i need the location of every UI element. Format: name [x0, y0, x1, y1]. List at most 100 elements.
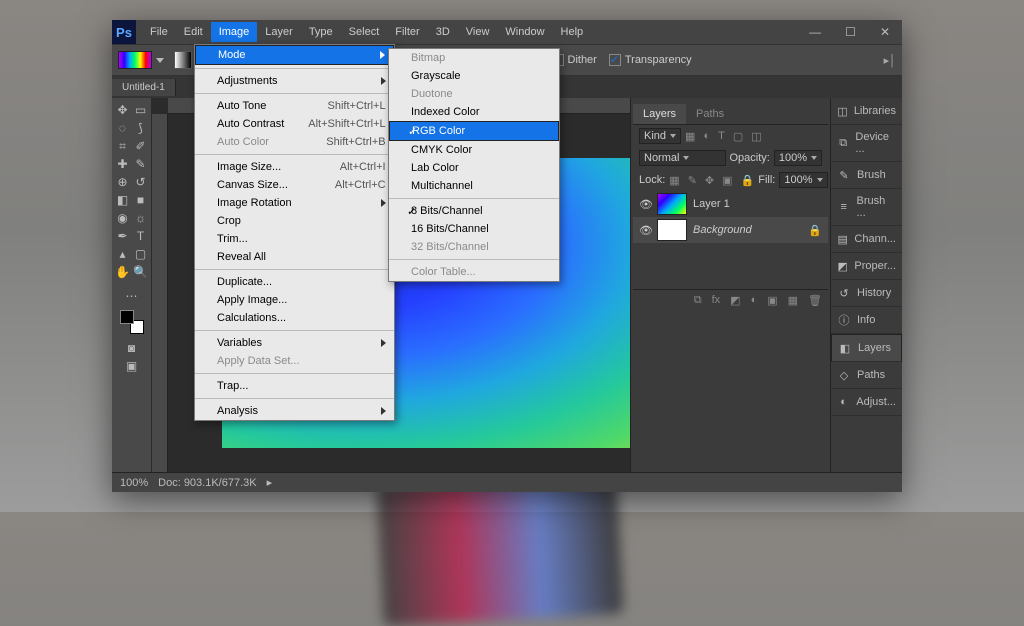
mode-menu--bits-channel[interactable]: 16 Bits/Channel — [389, 220, 559, 238]
mode-menu-indexed-color[interactable]: Indexed Color — [389, 103, 559, 121]
layer-name[interactable]: Layer 1 — [693, 198, 730, 210]
crop-tool[interactable]: ⌗ — [115, 138, 131, 154]
menu-image[interactable]: Image — [211, 22, 258, 42]
eyedropper-tool[interactable]: ✐ — [133, 138, 149, 154]
delete-layer-icon[interactable]: 🗑 — [808, 294, 822, 307]
paths-tab[interactable]: Paths — [686, 104, 734, 124]
image-menu-auto-contrast[interactable]: Auto ContrastAlt+Shift+Ctrl+L — [195, 115, 394, 133]
marquee-tool[interactable]: ◌ — [115, 120, 131, 136]
image-menu-adjustments[interactable]: Adjustments — [195, 72, 394, 90]
path-select-tool[interactable]: ▴ — [115, 246, 131, 262]
type-tool[interactable]: T — [133, 228, 149, 244]
menu-edit[interactable]: Edit — [176, 22, 211, 42]
menu-type[interactable]: Type — [301, 22, 341, 42]
panel-layers[interactable]: ◧Layers — [831, 334, 902, 362]
image-menu-duplicate-[interactable]: Duplicate... — [195, 273, 394, 291]
image-menu-trim-[interactable]: Trim... — [195, 230, 394, 248]
menu-view[interactable]: View — [458, 22, 498, 42]
zoom-level[interactable]: 100% — [120, 477, 148, 489]
layer-mask-icon[interactable]: ◩ — [730, 294, 740, 307]
healing-tool[interactable]: ✚ — [115, 156, 131, 172]
image-menu-analysis[interactable]: Analysis — [195, 402, 394, 420]
visibility-icon[interactable]: 👁 — [639, 224, 651, 237]
layer-filter-kind[interactable]: Kind — [639, 128, 681, 144]
dodge-tool[interactable]: ☼ — [133, 210, 149, 226]
panel-libraries[interactable]: ◫Libraries — [831, 98, 902, 125]
menu-3d[interactable]: 3D — [428, 22, 458, 42]
brush-tool[interactable]: ✎ — [133, 156, 149, 172]
gradient-picker-dropdown[interactable] — [156, 58, 164, 63]
menu-file[interactable]: File — [142, 22, 176, 42]
mode-menu-multichannel[interactable]: Multichannel — [389, 177, 559, 195]
ruler-vertical[interactable] — [152, 114, 168, 472]
panel-device-[interactable]: ⧉Device ... — [831, 125, 902, 162]
shape-tool[interactable]: ▢ — [133, 246, 149, 262]
menu-window[interactable]: Window — [497, 22, 552, 42]
panel-brush-[interactable]: ≡Brush ... — [831, 189, 902, 226]
layer-row[interactable]: 👁Background🔒 — [633, 217, 828, 243]
gradient-swatch[interactable] — [118, 51, 152, 69]
gradient-tool[interactable]: ■ — [133, 192, 149, 208]
image-menu-variables[interactable]: Variables — [195, 334, 394, 352]
panel-history[interactable]: ↺History — [831, 280, 902, 307]
mode-menu-grayscale[interactable]: Grayscale — [389, 67, 559, 85]
layer-row[interactable]: 👁 Layer 1 — [633, 191, 828, 217]
panel-info[interactable]: ⓘInfo — [831, 307, 902, 334]
lasso-tool[interactable]: ⟆ — [133, 120, 149, 136]
image-menu-apply-image-[interactable]: Apply Image... — [195, 291, 394, 309]
panel-adjust-[interactable]: ◐Adjust... — [831, 389, 902, 416]
edit-toolbar-button[interactable]: ⋯ — [124, 288, 140, 304]
image-menu-reveal-all[interactable]: Reveal All — [195, 248, 394, 266]
mode-menu-lab-color[interactable]: Lab Color — [389, 159, 559, 177]
fill-select[interactable]: 100% — [779, 172, 827, 188]
foreground-background-colors[interactable] — [120, 310, 144, 334]
lock-all-icon[interactable]: ▦ — [669, 174, 679, 187]
layer-opacity-select[interactable]: 100% — [774, 150, 822, 166]
filter-adjust-icon[interactable]: ◐ — [703, 130, 710, 143]
lock-icon[interactable]: 🔒 — [741, 174, 755, 187]
menu-layer[interactable]: Layer — [257, 22, 301, 42]
close-button[interactable]: ✕ — [868, 21, 902, 43]
image-menu-crop[interactable]: Crop — [195, 212, 394, 230]
transparency-checkbox[interactable] — [609, 54, 621, 66]
filter-type-icon[interactable]: T — [718, 130, 725, 143]
adjustment-layer-icon[interactable]: ◐ — [751, 294, 758, 307]
visibility-icon[interactable]: 👁 — [639, 198, 651, 211]
zoom-tool[interactable]: 🔍 — [133, 264, 149, 280]
image-menu-calculations-[interactable]: Calculations... — [195, 309, 394, 327]
panel-paths[interactable]: ◇Paths — [831, 362, 902, 389]
image-menu-mode[interactable]: Mode — [195, 45, 394, 65]
pen-tool[interactable]: ✒ — [115, 228, 131, 244]
panel-brush[interactable]: ✎Brush — [831, 162, 902, 189]
image-menu-auto-tone[interactable]: Auto ToneShift+Ctrl+L — [195, 97, 394, 115]
menu-select[interactable]: Select — [341, 22, 388, 42]
menu-filter[interactable]: Filter — [387, 22, 427, 42]
panel-proper-[interactable]: ◩Proper... — [831, 253, 902, 280]
layer-name[interactable]: Background — [693, 224, 752, 236]
mode-menu-rgb-color[interactable]: ✓RGB Color — [389, 121, 559, 141]
gradient-linear-button[interactable] — [174, 51, 192, 69]
mode-menu--bits-channel[interactable]: ✓8 Bits/Channel — [389, 202, 559, 220]
panel-chann-[interactable]: ▤Chann... — [831, 226, 902, 253]
stamp-tool[interactable]: ⊕ — [115, 174, 131, 190]
layer-fx-icon[interactable]: fx — [712, 294, 721, 307]
minimize-button[interactable]: — — [797, 21, 833, 43]
filter-shape-icon[interactable]: ▢ — [733, 130, 743, 143]
image-menu-trap-[interactable]: Trap... — [195, 377, 394, 395]
layers-tab[interactable]: Layers — [633, 104, 686, 124]
lock-nest-icon[interactable]: ▣ — [722, 174, 732, 187]
lock-move-icon[interactable]: ✥ — [705, 174, 714, 187]
move-tool[interactable]: ✥ — [115, 102, 131, 118]
filter-smart-icon[interactable]: ◫ — [751, 130, 761, 143]
menu-help[interactable]: Help — [553, 22, 592, 42]
status-arrow-icon[interactable]: ▸ — [267, 476, 273, 489]
expand-workspace-button[interactable]: ▸│ — [884, 54, 896, 67]
image-menu-image-rotation[interactable]: Image Rotation — [195, 194, 394, 212]
blend-mode-select[interactable]: Normal — [639, 150, 726, 166]
blur-tool[interactable]: ◉ — [115, 210, 131, 226]
doc-size[interactable]: Doc: 903.1K/677.3K — [158, 477, 256, 489]
link-layers-icon[interactable]: ⧉ — [694, 294, 702, 307]
eraser-tool[interactable]: ◧ — [115, 192, 131, 208]
artboard-tool[interactable]: ▭ — [133, 102, 149, 118]
layer-group-icon[interactable]: ▣ — [767, 294, 777, 307]
